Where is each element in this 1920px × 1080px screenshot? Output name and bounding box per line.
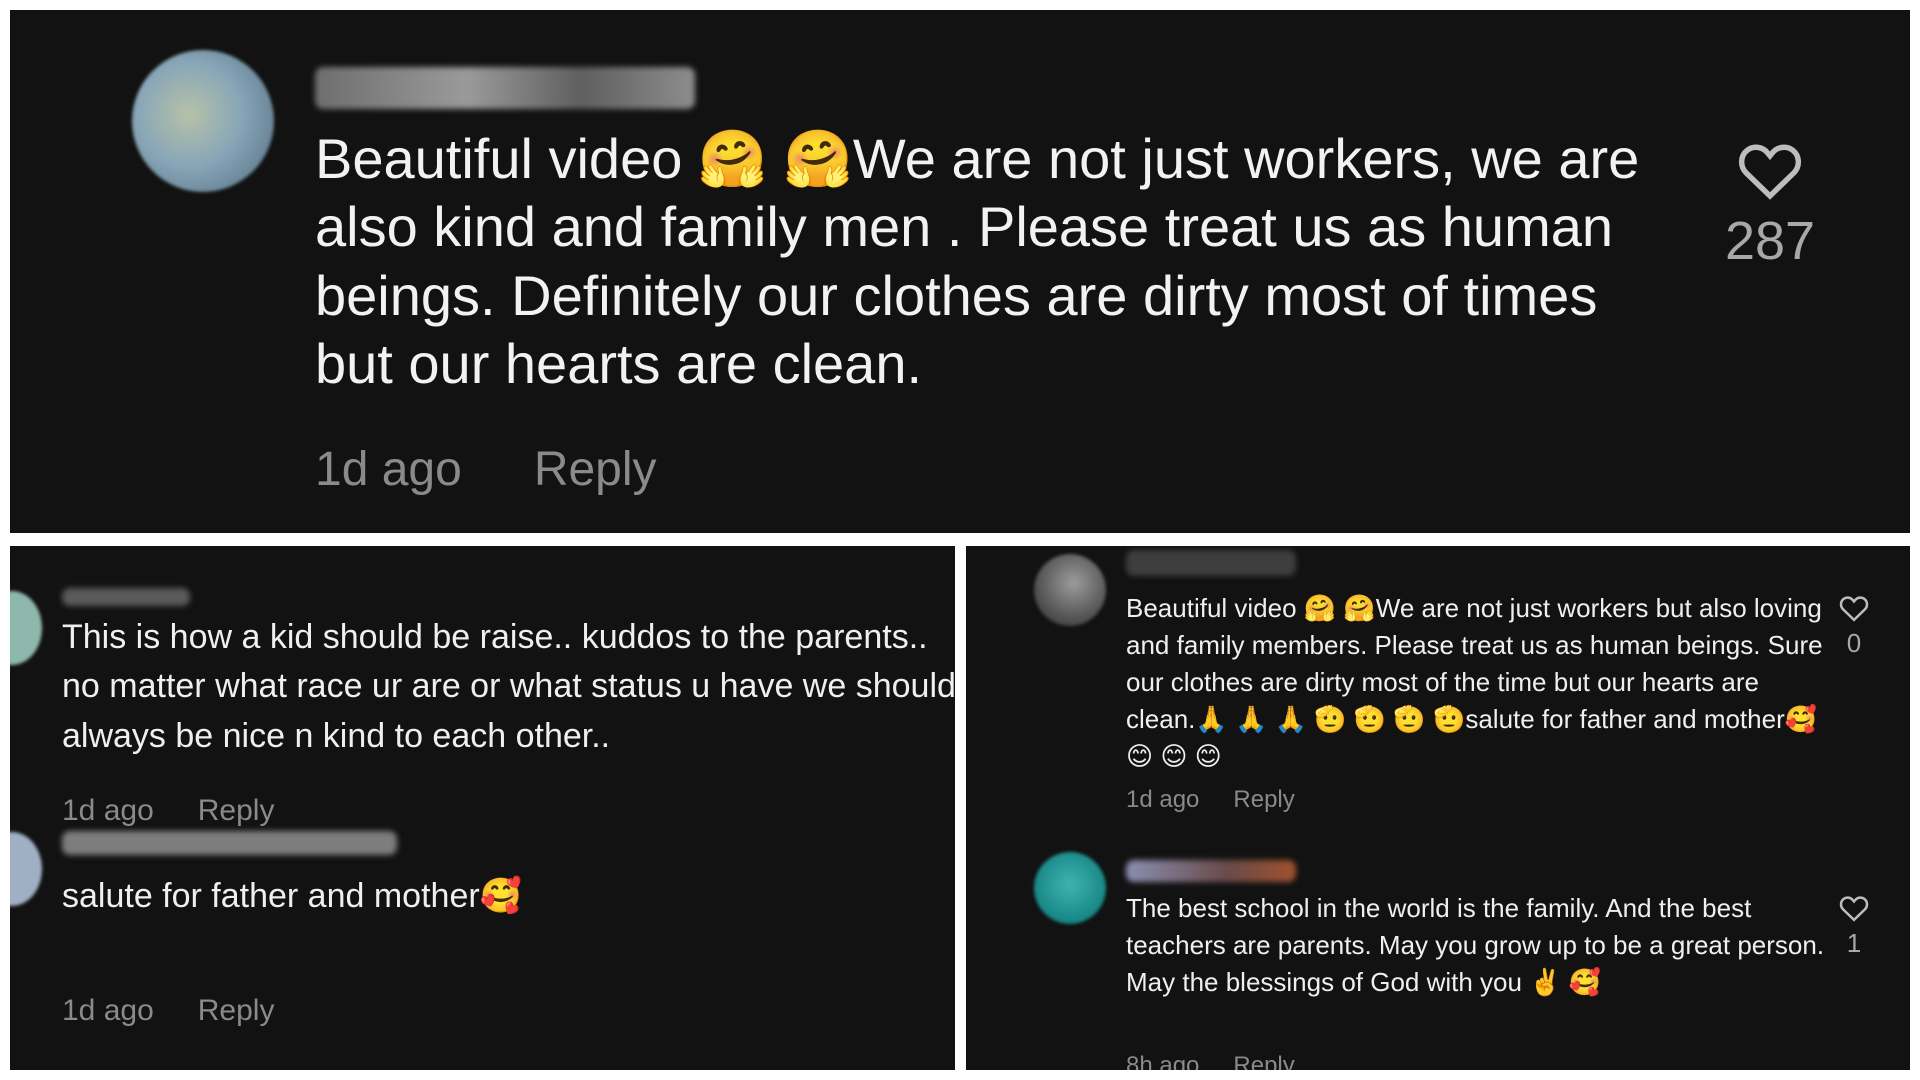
avatar[interactable] — [1034, 852, 1106, 924]
avatar[interactable] — [132, 50, 274, 192]
reply-button[interactable]: Reply — [198, 794, 275, 828]
username-blurred[interactable] — [62, 831, 397, 855]
comment-time: 1d ago — [1126, 786, 1200, 813]
comment-text: salute for father and mother🥰 — [62, 877, 523, 915]
comment-meta: 1d ago Reply — [315, 442, 657, 497]
comment-text: This is how a kid should be raise.. kudd… — [62, 618, 955, 755]
comment-text: Beautiful video 🤗 🤗We are not just worke… — [1126, 593, 1823, 771]
like-count: 0 — [1846, 628, 1862, 658]
reply-button[interactable]: Reply — [534, 442, 657, 497]
username-blurred[interactable] — [1126, 860, 1296, 882]
comment-meta: 1d ago Reply — [1126, 786, 1295, 814]
comment-time: 1d ago — [62, 794, 154, 827]
like-control[interactable]: 0 — [1826, 594, 1882, 659]
username-blurred[interactable] — [315, 67, 695, 109]
like-control[interactable]: 287 — [1710, 140, 1830, 272]
comment-meta: 1d ago Reply — [62, 794, 274, 828]
reply-button[interactable]: Reply — [198, 994, 275, 1028]
comment-time: 1d ago — [315, 443, 462, 496]
comment-panel-bottom-left: This is how a kid should be raise.. kudd… — [10, 546, 955, 1070]
like-count: 287 — [1724, 211, 1816, 271]
comment-meta: 1d ago Reply — [62, 994, 274, 1028]
comment-panel-top: Beautiful video 🤗 🤗We are not just worke… — [10, 10, 1910, 533]
comment-time: 8h ago — [1126, 1052, 1200, 1070]
comment-text: Beautiful video 🤗 🤗We are not just worke… — [315, 127, 1640, 395]
avatar[interactable] — [1034, 554, 1106, 626]
comment-meta: 8h ago Reply — [1126, 1052, 1295, 1070]
heart-icon[interactable] — [1737, 140, 1803, 200]
username-blurred[interactable] — [62, 588, 190, 606]
like-control[interactable]: 1 — [1826, 894, 1882, 959]
avatar[interactable] — [10, 832, 42, 906]
comment-panel-bottom-right: Beautiful video 🤗 🤗We are not just worke… — [966, 546, 1910, 1070]
username-blurred[interactable] — [1126, 550, 1296, 576]
comment-time: 1d ago — [62, 994, 154, 1027]
heart-icon[interactable] — [1839, 594, 1869, 622]
comment-text: The best school in the world is the fami… — [1126, 893, 1825, 997]
like-count: 1 — [1846, 928, 1862, 958]
heart-icon[interactable] — [1839, 894, 1869, 922]
avatar[interactable] — [10, 591, 42, 665]
reply-button[interactable]: Reply — [1233, 1052, 1294, 1070]
reply-button[interactable]: Reply — [1233, 786, 1294, 814]
